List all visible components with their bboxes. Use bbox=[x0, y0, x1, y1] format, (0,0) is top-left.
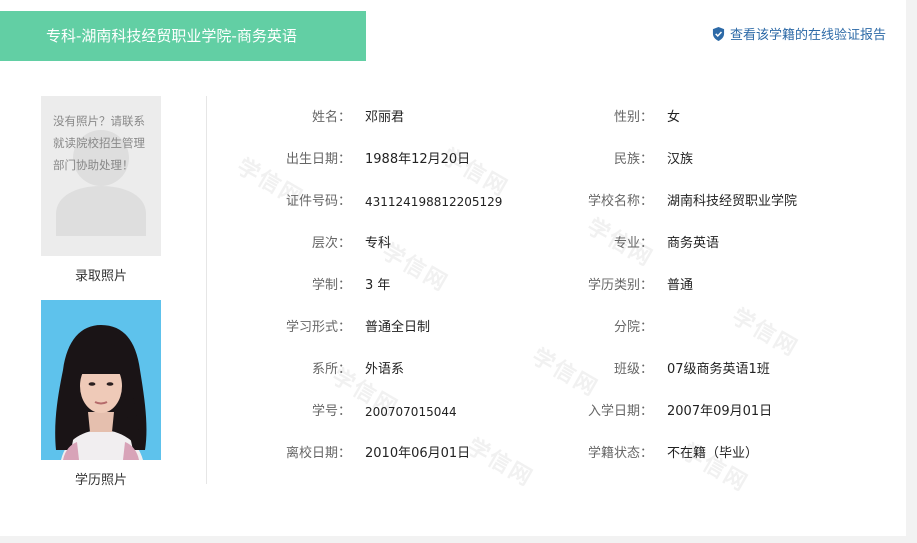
field-value: 商务英语 bbox=[667, 236, 720, 251]
field-class: 班级： bbox=[530, 360, 653, 380]
field-branch-college: 分院： bbox=[530, 318, 653, 338]
field-value: 1988年12月20日 bbox=[365, 152, 471, 167]
photo-column: 没有照片？请联系就读院校招生管理部门协助处理！ 录取照片 学历照片 bbox=[41, 96, 161, 488]
field-label: 姓名： bbox=[311, 110, 351, 125]
field-label: 学历类别： bbox=[587, 278, 653, 293]
field-education-type: 学历类别： bbox=[530, 276, 653, 296]
field-level: 层次： bbox=[230, 234, 351, 254]
field-ethnicity: 民族： bbox=[530, 150, 653, 170]
field-value: 外语系 bbox=[365, 362, 405, 377]
field-value: 专科 bbox=[365, 236, 392, 251]
field-value: 2007年09月01日 bbox=[667, 404, 773, 419]
field-enrollment-date: 入学日期： bbox=[530, 402, 653, 422]
field-value: 女 bbox=[667, 110, 681, 125]
field-value: 汉族 bbox=[667, 152, 694, 167]
no-photo-message: 没有照片？请联系就读院校招生管理部门协助处理！ bbox=[53, 114, 145, 172]
portrait-image bbox=[41, 300, 161, 460]
field-label: 证件号码： bbox=[285, 194, 351, 209]
field-label: 性别： bbox=[613, 110, 653, 125]
record-title-banner: 专科-湖南科技经贸职业学院-商务英语 bbox=[0, 11, 366, 61]
field-major: 专业： bbox=[530, 234, 653, 254]
education-photo bbox=[41, 300, 161, 460]
field-label: 学籍状态： bbox=[587, 446, 653, 461]
field-label: 分院： bbox=[613, 320, 653, 335]
field-label: 离校日期： bbox=[285, 446, 351, 461]
field-value: 邓丽君 bbox=[365, 110, 405, 125]
field-value: 普通全日制 bbox=[365, 320, 431, 335]
column-divider bbox=[206, 96, 207, 484]
field-label: 学号： bbox=[311, 404, 351, 419]
field-school-name: 学校名称： bbox=[530, 192, 653, 212]
field-birth-date: 出生日期： bbox=[230, 150, 351, 170]
field-duration: 学制： bbox=[230, 276, 351, 296]
field-label: 系所： bbox=[311, 362, 351, 377]
field-label: 学习形式： bbox=[285, 320, 351, 335]
field-value: 2010年06月01日 bbox=[365, 446, 471, 461]
field-department: 系所： bbox=[230, 360, 351, 380]
field-value: 3 年 bbox=[365, 278, 391, 293]
page-gutter-right bbox=[906, 0, 917, 543]
field-leave-date: 离校日期： bbox=[230, 444, 351, 464]
field-student-number: 学号： bbox=[230, 402, 351, 422]
field-study-mode: 学习形式： bbox=[230, 318, 351, 338]
field-label: 入学日期： bbox=[587, 404, 653, 419]
field-label: 学校名称： bbox=[587, 194, 653, 209]
page-gutter-bottom bbox=[0, 536, 917, 543]
field-gender: 性别： bbox=[530, 108, 653, 128]
field-value: 不在籍（毕业） bbox=[667, 446, 759, 461]
admission-photo-placeholder: 没有照片？请联系就读院校招生管理部门协助处理！ bbox=[41, 96, 161, 256]
field-label: 专业： bbox=[613, 236, 653, 251]
field-label: 出生日期： bbox=[285, 152, 351, 167]
field-label: 层次： bbox=[311, 236, 351, 251]
field-name: 姓名： bbox=[230, 108, 351, 128]
field-label: 学制： bbox=[311, 278, 351, 293]
shield-check-icon bbox=[712, 26, 725, 41]
field-label: 民族： bbox=[613, 152, 653, 167]
field-value: 200707015044 bbox=[365, 405, 457, 419]
field-value: 07级商务英语1班 bbox=[667, 362, 770, 377]
field-value: 431124198812205129 bbox=[365, 195, 503, 209]
education-photo-label: 学历照片 bbox=[74, 473, 127, 488]
verify-report-link[interactable]: 查看该学籍的在线验证报告 bbox=[712, 24, 886, 43]
admission-photo-label: 录取照片 bbox=[74, 269, 127, 284]
field-enrollment-status: 学籍状态： bbox=[530, 444, 653, 464]
field-value: 普通 bbox=[667, 278, 694, 293]
field-value: 湖南科技经贸职业学院 bbox=[667, 194, 798, 209]
verify-report-link-text: 查看该学籍的在线验证报告 bbox=[729, 28, 886, 43]
field-label: 班级： bbox=[613, 362, 653, 377]
field-id-number: 证件号码： bbox=[230, 192, 351, 212]
